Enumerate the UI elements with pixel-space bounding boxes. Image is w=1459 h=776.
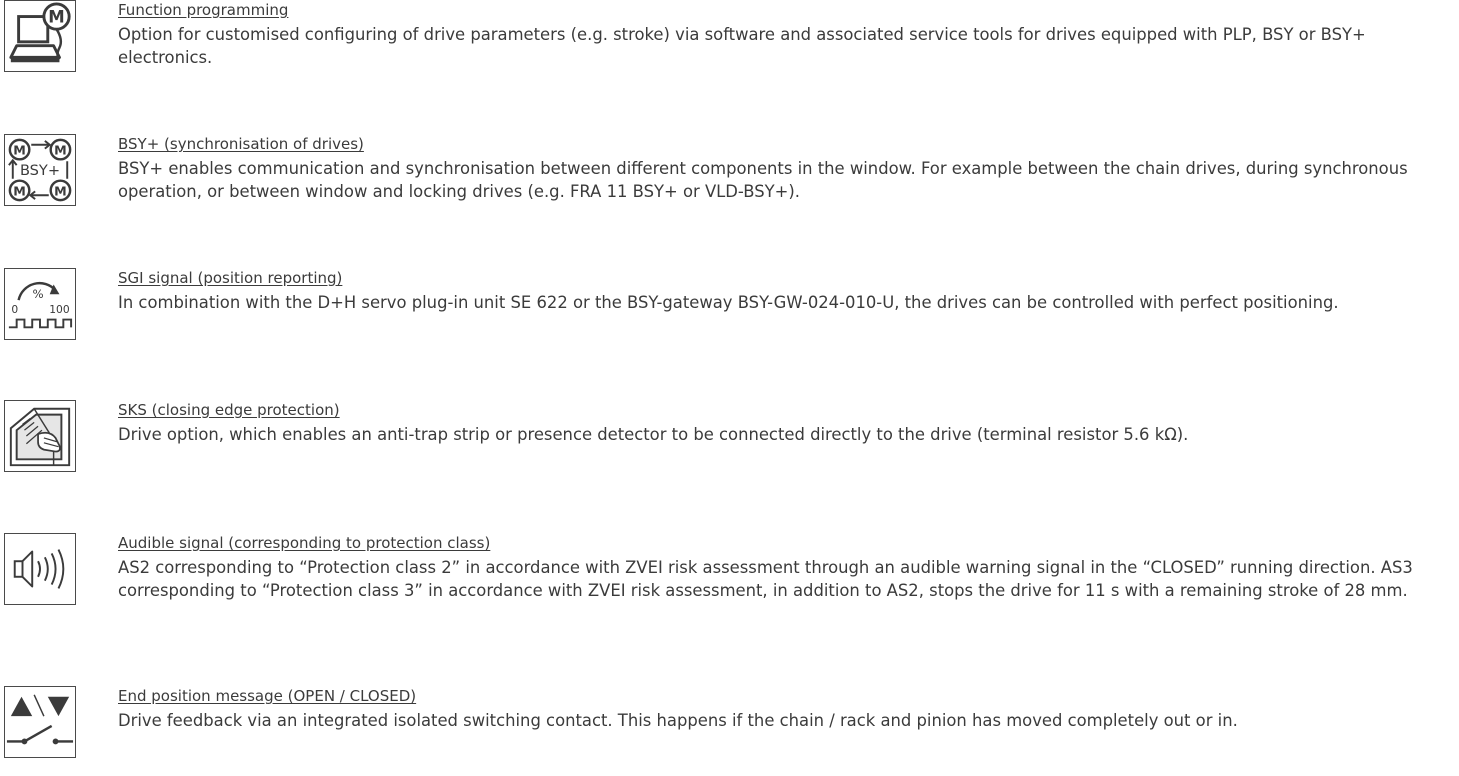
svg-text:BSY+: BSY+ [20, 162, 60, 179]
item-description: Drive option, which enables an anti-trap… [118, 425, 1189, 444]
svg-text:%: % [33, 287, 44, 301]
hand-window-icon [4, 400, 76, 472]
svg-text:M: M [13, 183, 26, 198]
item-description: In combination with the D+H servo plug-i… [118, 293, 1339, 312]
item-description: BSY+ enables communication and synchroni… [118, 159, 1408, 201]
item-description: Option for customised configuring of dri… [118, 25, 1366, 67]
item-title: SGI signal (position reporting) [118, 269, 343, 287]
item-title: End position message (OPEN / CLOSED) [118, 687, 417, 705]
position-gauge-icon: % 0 100 [4, 268, 76, 340]
item-title: BSY+ (synchronisation of drives) [118, 135, 364, 153]
speaker-icon [4, 533, 76, 605]
item-title: SKS (closing edge protection) [118, 401, 340, 419]
item-description: Drive feedback via an integrated isolate… [118, 711, 1238, 730]
bsy-sync-icon: M M M M BSY+ [4, 134, 76, 206]
svg-text:0: 0 [11, 303, 18, 316]
svg-text:M: M [54, 183, 67, 198]
item-title: Function programming [118, 1, 289, 19]
svg-text:M: M [13, 142, 26, 157]
svg-text:100: 100 [49, 303, 70, 316]
laptop-motor-icon: M [4, 0, 76, 72]
end-switch-icon [4, 686, 76, 758]
item-title: Audible signal (corresponding to protect… [118, 534, 491, 552]
item-description: AS2 corresponding to “Protection class 2… [118, 558, 1413, 600]
svg-text:M: M [54, 142, 67, 157]
svg-text:M: M [48, 7, 64, 26]
